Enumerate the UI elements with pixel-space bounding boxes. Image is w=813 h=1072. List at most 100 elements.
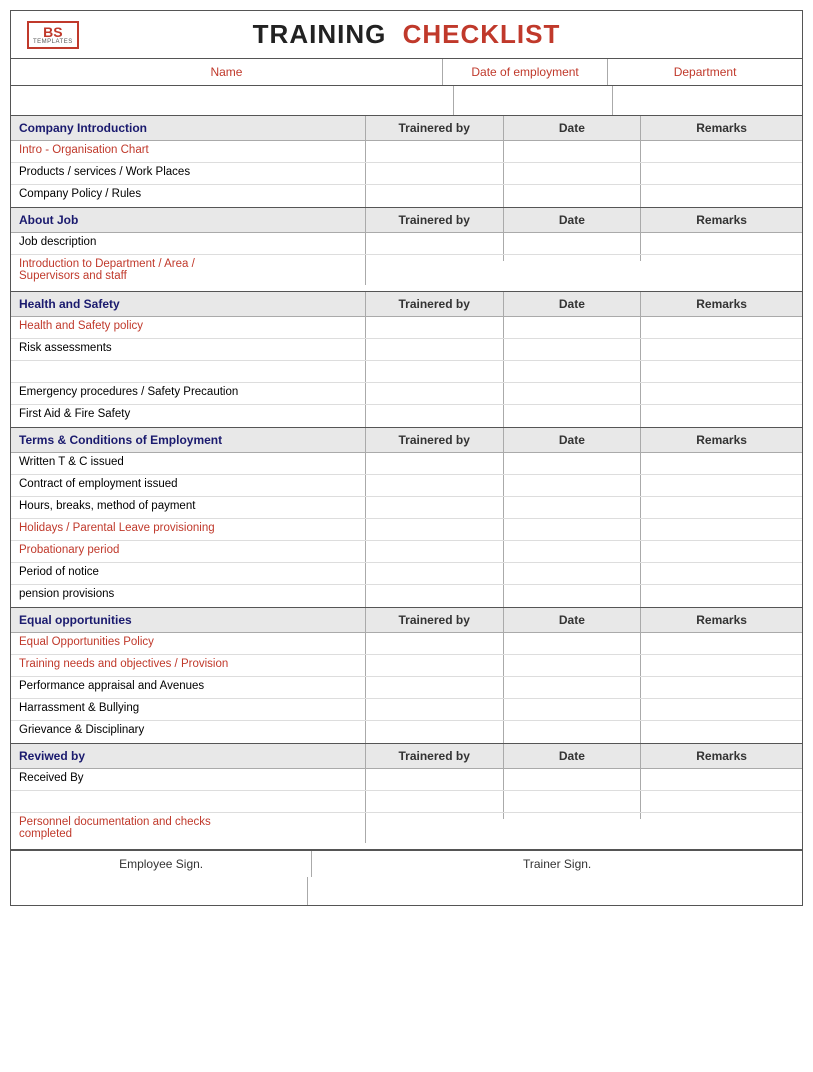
row-trained[interactable]: [366, 677, 504, 698]
row-date[interactable]: [504, 677, 642, 698]
row-remarks[interactable]: [641, 721, 802, 743]
row-date[interactable]: [504, 655, 642, 676]
row-remarks[interactable]: [641, 405, 802, 427]
row-remarks[interactable]: [641, 585, 802, 607]
row-date[interactable]: [504, 317, 642, 338]
row-remarks[interactable]: [641, 383, 802, 404]
row-trained[interactable]: [366, 633, 504, 654]
department-value[interactable]: [613, 86, 802, 115]
row-trained[interactable]: [366, 519, 504, 540]
row-trained[interactable]: [366, 721, 504, 743]
table-row: First Aid & Fire Safety: [11, 405, 802, 427]
row-remarks[interactable]: [641, 563, 802, 584]
table-row: Training needs and objectives / Provisio…: [11, 655, 802, 677]
row-trained[interactable]: [366, 339, 504, 360]
row-trained[interactable]: [366, 383, 504, 404]
row-label: Intro - Organisation Chart: [11, 141, 366, 162]
section-equal-opps: Equal opportunitiesTrainered byDateRemar…: [11, 608, 802, 744]
row-remarks[interactable]: [641, 519, 802, 540]
row-remarks[interactable]: [641, 475, 802, 496]
row-remarks[interactable]: [641, 255, 802, 261]
row-trained[interactable]: [366, 233, 504, 254]
row-trained[interactable]: [366, 655, 504, 676]
row-date[interactable]: [504, 361, 642, 382]
row-trained[interactable]: [366, 255, 504, 261]
table-row: Personnel documentation and checkscomple…: [11, 813, 802, 849]
row-trained[interactable]: [366, 541, 504, 562]
row-trained[interactable]: [366, 769, 504, 790]
row-trained[interactable]: [366, 813, 504, 819]
row-date[interactable]: [504, 541, 642, 562]
row-label: Performance appraisal and Avenues: [11, 677, 366, 698]
row-trained[interactable]: [366, 361, 504, 382]
logo-text: BS: [43, 25, 62, 39]
row-date[interactable]: [504, 453, 642, 474]
row-trained[interactable]: [366, 699, 504, 720]
section-header-terms-conditions: Terms & Conditions of EmploymentTrainere…: [11, 428, 802, 453]
row-date[interactable]: [504, 721, 642, 743]
row-date[interactable]: [504, 563, 642, 584]
row-date[interactable]: [504, 585, 642, 607]
row-trained[interactable]: [366, 163, 504, 184]
row-date[interactable]: [504, 339, 642, 360]
sections-container: Company IntroductionTrainered byDateRema…: [11, 116, 802, 850]
row-date[interactable]: [504, 497, 642, 518]
row-date[interactable]: [504, 233, 642, 254]
row-date[interactable]: [504, 255, 642, 261]
row-trained[interactable]: [366, 185, 504, 207]
row-remarks[interactable]: [641, 655, 802, 676]
row-date[interactable]: [504, 791, 642, 812]
trainer-sign-value[interactable]: [308, 877, 802, 905]
info-value-row: [11, 86, 802, 116]
table-row: Equal Opportunities Policy: [11, 633, 802, 655]
row-remarks[interactable]: [641, 677, 802, 698]
row-remarks[interactable]: [641, 633, 802, 654]
row-trained[interactable]: [366, 585, 504, 607]
row-remarks[interactable]: [641, 791, 802, 812]
row-label: Probationary period: [11, 541, 366, 562]
row-remarks[interactable]: [641, 317, 802, 338]
row-remarks[interactable]: [641, 699, 802, 720]
row-trained[interactable]: [366, 405, 504, 427]
row-trained[interactable]: [366, 317, 504, 338]
page-title: TRAINING CHECKLIST: [253, 19, 561, 50]
row-date[interactable]: [504, 633, 642, 654]
row-trained[interactable]: [366, 563, 504, 584]
employee-sign-value[interactable]: [11, 877, 308, 905]
name-value[interactable]: [11, 86, 454, 115]
row-remarks[interactable]: [641, 163, 802, 184]
row-trained[interactable]: [366, 791, 504, 812]
row-trained[interactable]: [366, 453, 504, 474]
row-date[interactable]: [504, 405, 642, 427]
row-date[interactable]: [504, 475, 642, 496]
row-date[interactable]: [504, 769, 642, 790]
row-date[interactable]: [504, 141, 642, 162]
row-remarks[interactable]: [641, 541, 802, 562]
table-row: Written T & C issued: [11, 453, 802, 475]
row-trained[interactable]: [366, 475, 504, 496]
row-remarks[interactable]: [641, 185, 802, 207]
row-remarks[interactable]: [641, 769, 802, 790]
row-date[interactable]: [504, 185, 642, 207]
row-date[interactable]: [504, 699, 642, 720]
row-date[interactable]: [504, 383, 642, 404]
row-trained[interactable]: [366, 141, 504, 162]
row-remarks[interactable]: [641, 497, 802, 518]
footer-sign-header: Employee Sign. Trainer Sign.: [11, 850, 802, 877]
row-date[interactable]: [504, 519, 642, 540]
row-remarks[interactable]: [641, 813, 802, 819]
date-employment-value[interactable]: [454, 86, 613, 115]
row-remarks[interactable]: [641, 233, 802, 254]
row-date[interactable]: [504, 813, 642, 819]
title-checklist: CHECKLIST: [403, 19, 561, 49]
section-header-company-intro: Company IntroductionTrainered byDateRema…: [11, 116, 802, 141]
table-row: [11, 791, 802, 813]
row-remarks[interactable]: [641, 141, 802, 162]
row-remarks[interactable]: [641, 339, 802, 360]
section-date-equal-opps: Date: [504, 608, 642, 632]
row-remarks[interactable]: [641, 453, 802, 474]
row-date[interactable]: [504, 163, 642, 184]
section-header-health-safety: Health and SafetyTrainered byDateRemarks: [11, 292, 802, 317]
row-remarks[interactable]: [641, 361, 802, 382]
row-trained[interactable]: [366, 497, 504, 518]
